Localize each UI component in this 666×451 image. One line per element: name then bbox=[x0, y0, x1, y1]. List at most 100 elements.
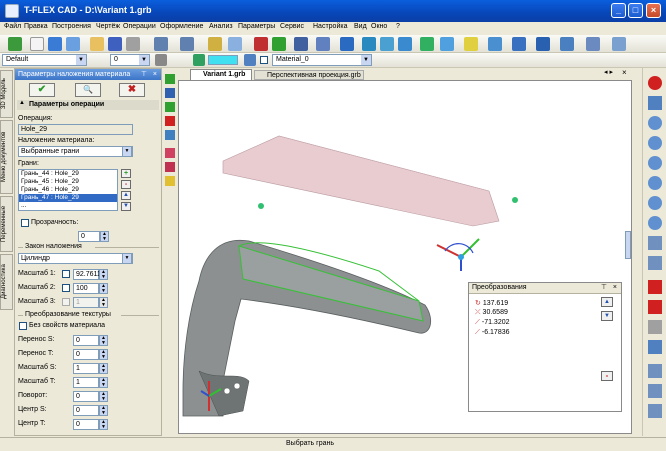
zoom-out-icon[interactable] bbox=[648, 196, 662, 210]
view-orient-icon[interactable] bbox=[648, 236, 662, 250]
style-combo[interactable]: Default ▼ bbox=[2, 54, 87, 66]
measure-icon[interactable] bbox=[612, 37, 626, 51]
pin-icon[interactable]: ⊤ bbox=[141, 69, 147, 80]
3d-viewport[interactable]: Преобразования ⊤ × ↻ 137.619 ⤫ 30.6589 ⟋… bbox=[178, 80, 632, 434]
boolean-icon[interactable] bbox=[398, 37, 412, 51]
open-folder-icon[interactable] bbox=[90, 37, 104, 51]
menu-service[interactable]: Сервис bbox=[280, 23, 304, 30]
layer-combo[interactable]: 0 ▼ bbox=[110, 54, 150, 66]
scale-s-field[interactable]: 1 bbox=[73, 363, 99, 374]
list-item[interactable]: ... bbox=[19, 202, 117, 210]
move-up-button[interactable]: ▲ bbox=[121, 191, 131, 200]
maximize-button[interactable]: □ bbox=[628, 3, 643, 18]
pin-icon[interactable] bbox=[165, 176, 175, 186]
marker-point[interactable] bbox=[258, 203, 264, 209]
sheetmetal-icon[interactable] bbox=[560, 37, 574, 51]
zoom-fit-icon[interactable] bbox=[648, 156, 662, 170]
vtab-diagnostics[interactable]: Диагностика bbox=[0, 254, 13, 310]
axis-icon[interactable] bbox=[254, 37, 268, 51]
menu-parameters[interactable]: Параметры bbox=[238, 23, 275, 30]
mapping-select[interactable]: Выбранные грани ▼ bbox=[18, 146, 133, 157]
scale2-field[interactable]: 100 bbox=[73, 283, 99, 294]
zoom-in-icon[interactable] bbox=[648, 176, 662, 190]
menu-help[interactable]: ? bbox=[396, 23, 400, 30]
marker-point[interactable] bbox=[512, 197, 518, 203]
chamfer-icon[interactable] bbox=[420, 37, 434, 51]
move-down-button[interactable]: ▼ bbox=[601, 311, 613, 321]
chevron-down-icon[interactable]: ▼ bbox=[122, 146, 132, 157]
roof-body[interactable] bbox=[222, 135, 500, 227]
menu-view[interactable]: Вид bbox=[354, 23, 367, 30]
chevron-down-icon[interactable]: ▼ bbox=[361, 55, 371, 65]
undo-icon[interactable] bbox=[154, 37, 168, 51]
no-props-checkbox[interactable] bbox=[19, 322, 27, 330]
preview-button[interactable]: 🔍 bbox=[75, 83, 101, 97]
extrude-icon[interactable] bbox=[340, 37, 354, 51]
material-checkbox[interactable] bbox=[260, 56, 268, 64]
color-swatch[interactable] bbox=[208, 55, 238, 65]
tab-variant1[interactable]: Variant 1.grb bbox=[190, 69, 252, 80]
check-red-icon[interactable] bbox=[648, 300, 662, 314]
delete-icon[interactable] bbox=[165, 116, 175, 126]
remove-transform-button[interactable]: - bbox=[601, 371, 613, 381]
list-item[interactable]: Грань_45 : Hole_29 bbox=[19, 178, 117, 186]
transparency-checkbox[interactable] bbox=[21, 219, 29, 227]
filter-icon[interactable] bbox=[165, 88, 175, 98]
menu-formatting[interactable]: Оформление bbox=[160, 23, 203, 30]
menu-edit[interactable]: Правка bbox=[24, 23, 48, 30]
faces-list[interactable]: Грань_44 : Hole_29 Грань_45 : Hole_29 Гр… bbox=[18, 169, 118, 211]
scale1-checkbox[interactable] bbox=[62, 270, 70, 278]
shading-icon[interactable] bbox=[648, 320, 662, 334]
menu-construct[interactable]: Построения bbox=[52, 23, 91, 30]
transform-value-row[interactable]: ⟋ -71.3202 bbox=[475, 319, 510, 327]
node3d-icon[interactable] bbox=[294, 37, 308, 51]
chevron-down-icon[interactable]: ▼ bbox=[76, 55, 86, 65]
close-button[interactable]: × bbox=[646, 3, 661, 18]
section-header[interactable]: ▲ Параметры операции bbox=[17, 100, 159, 110]
move-up-button[interactable]: ▲ bbox=[601, 297, 613, 307]
transparency-field[interactable]: 0 bbox=[78, 231, 100, 242]
pin-icon[interactable]: ⊤ bbox=[601, 283, 607, 293]
section-view-icon[interactable] bbox=[648, 364, 662, 378]
tab-nav-icon[interactable]: ◂ ▸ bbox=[604, 68, 613, 76]
transform-value-row[interactable]: ↻ 137.619 bbox=[475, 299, 508, 307]
zoom-window-icon[interactable] bbox=[648, 136, 662, 150]
redo-icon[interactable] bbox=[180, 37, 194, 51]
law-select[interactable]: Цилиндр ▼ bbox=[18, 253, 133, 264]
list-item[interactable]: Грань_44 : Hole_29 bbox=[19, 170, 117, 178]
menu-window[interactable]: Окно bbox=[371, 23, 387, 30]
translate-t-spinner[interactable]: ▲ ▼ bbox=[99, 349, 108, 360]
scale-s-spinner[interactable]: ▲ ▼ bbox=[99, 363, 108, 374]
rotate-icon[interactable] bbox=[362, 37, 376, 51]
check-icon[interactable] bbox=[8, 37, 22, 51]
section-icon[interactable] bbox=[536, 37, 550, 51]
wireframe-icon[interactable] bbox=[648, 340, 662, 354]
mirror-icon[interactable] bbox=[512, 37, 526, 51]
vtab-documents-menu[interactable]: Меню документов bbox=[0, 120, 13, 194]
workplane-icon[interactable] bbox=[228, 37, 242, 51]
list-item-selected[interactable]: Грань_47 : Hole_29 bbox=[19, 194, 117, 202]
vector-icon[interactable] bbox=[316, 37, 330, 51]
face-icon[interactable] bbox=[165, 130, 175, 140]
transform-value-row[interactable]: ⤫ 30.6589 bbox=[475, 309, 508, 317]
menu-analysis[interactable]: Анализ bbox=[209, 23, 233, 30]
menu-file[interactable]: Файл bbox=[4, 23, 21, 30]
perspective-icon[interactable] bbox=[648, 384, 662, 398]
menu-operations[interactable]: Операции bbox=[123, 23, 156, 30]
move-down-button[interactable]: ▼ bbox=[121, 202, 131, 211]
edge-icon[interactable] bbox=[165, 148, 175, 158]
shell-icon[interactable] bbox=[464, 37, 478, 51]
close-icon[interactable]: × bbox=[613, 283, 617, 293]
close-icon[interactable]: × bbox=[153, 69, 157, 80]
rotation-field[interactable]: 0 bbox=[73, 391, 99, 402]
new-document-icon[interactable] bbox=[30, 37, 44, 51]
transform-value-row[interactable]: ⟋ -6.17836 bbox=[475, 329, 510, 337]
vertical-scrollbar[interactable] bbox=[625, 231, 631, 259]
scale1-field[interactable]: 92.7611 bbox=[73, 269, 101, 280]
new-3d-icon[interactable] bbox=[48, 37, 62, 51]
vtab-variables[interactable]: Переменные bbox=[0, 196, 13, 252]
gizmo-center[interactable] bbox=[458, 254, 464, 260]
chevron-down-icon[interactable]: ▼ bbox=[122, 253, 132, 264]
list-item[interactable]: Грань_46 : Hole_29 bbox=[19, 186, 117, 194]
surface-icon[interactable] bbox=[586, 37, 600, 51]
